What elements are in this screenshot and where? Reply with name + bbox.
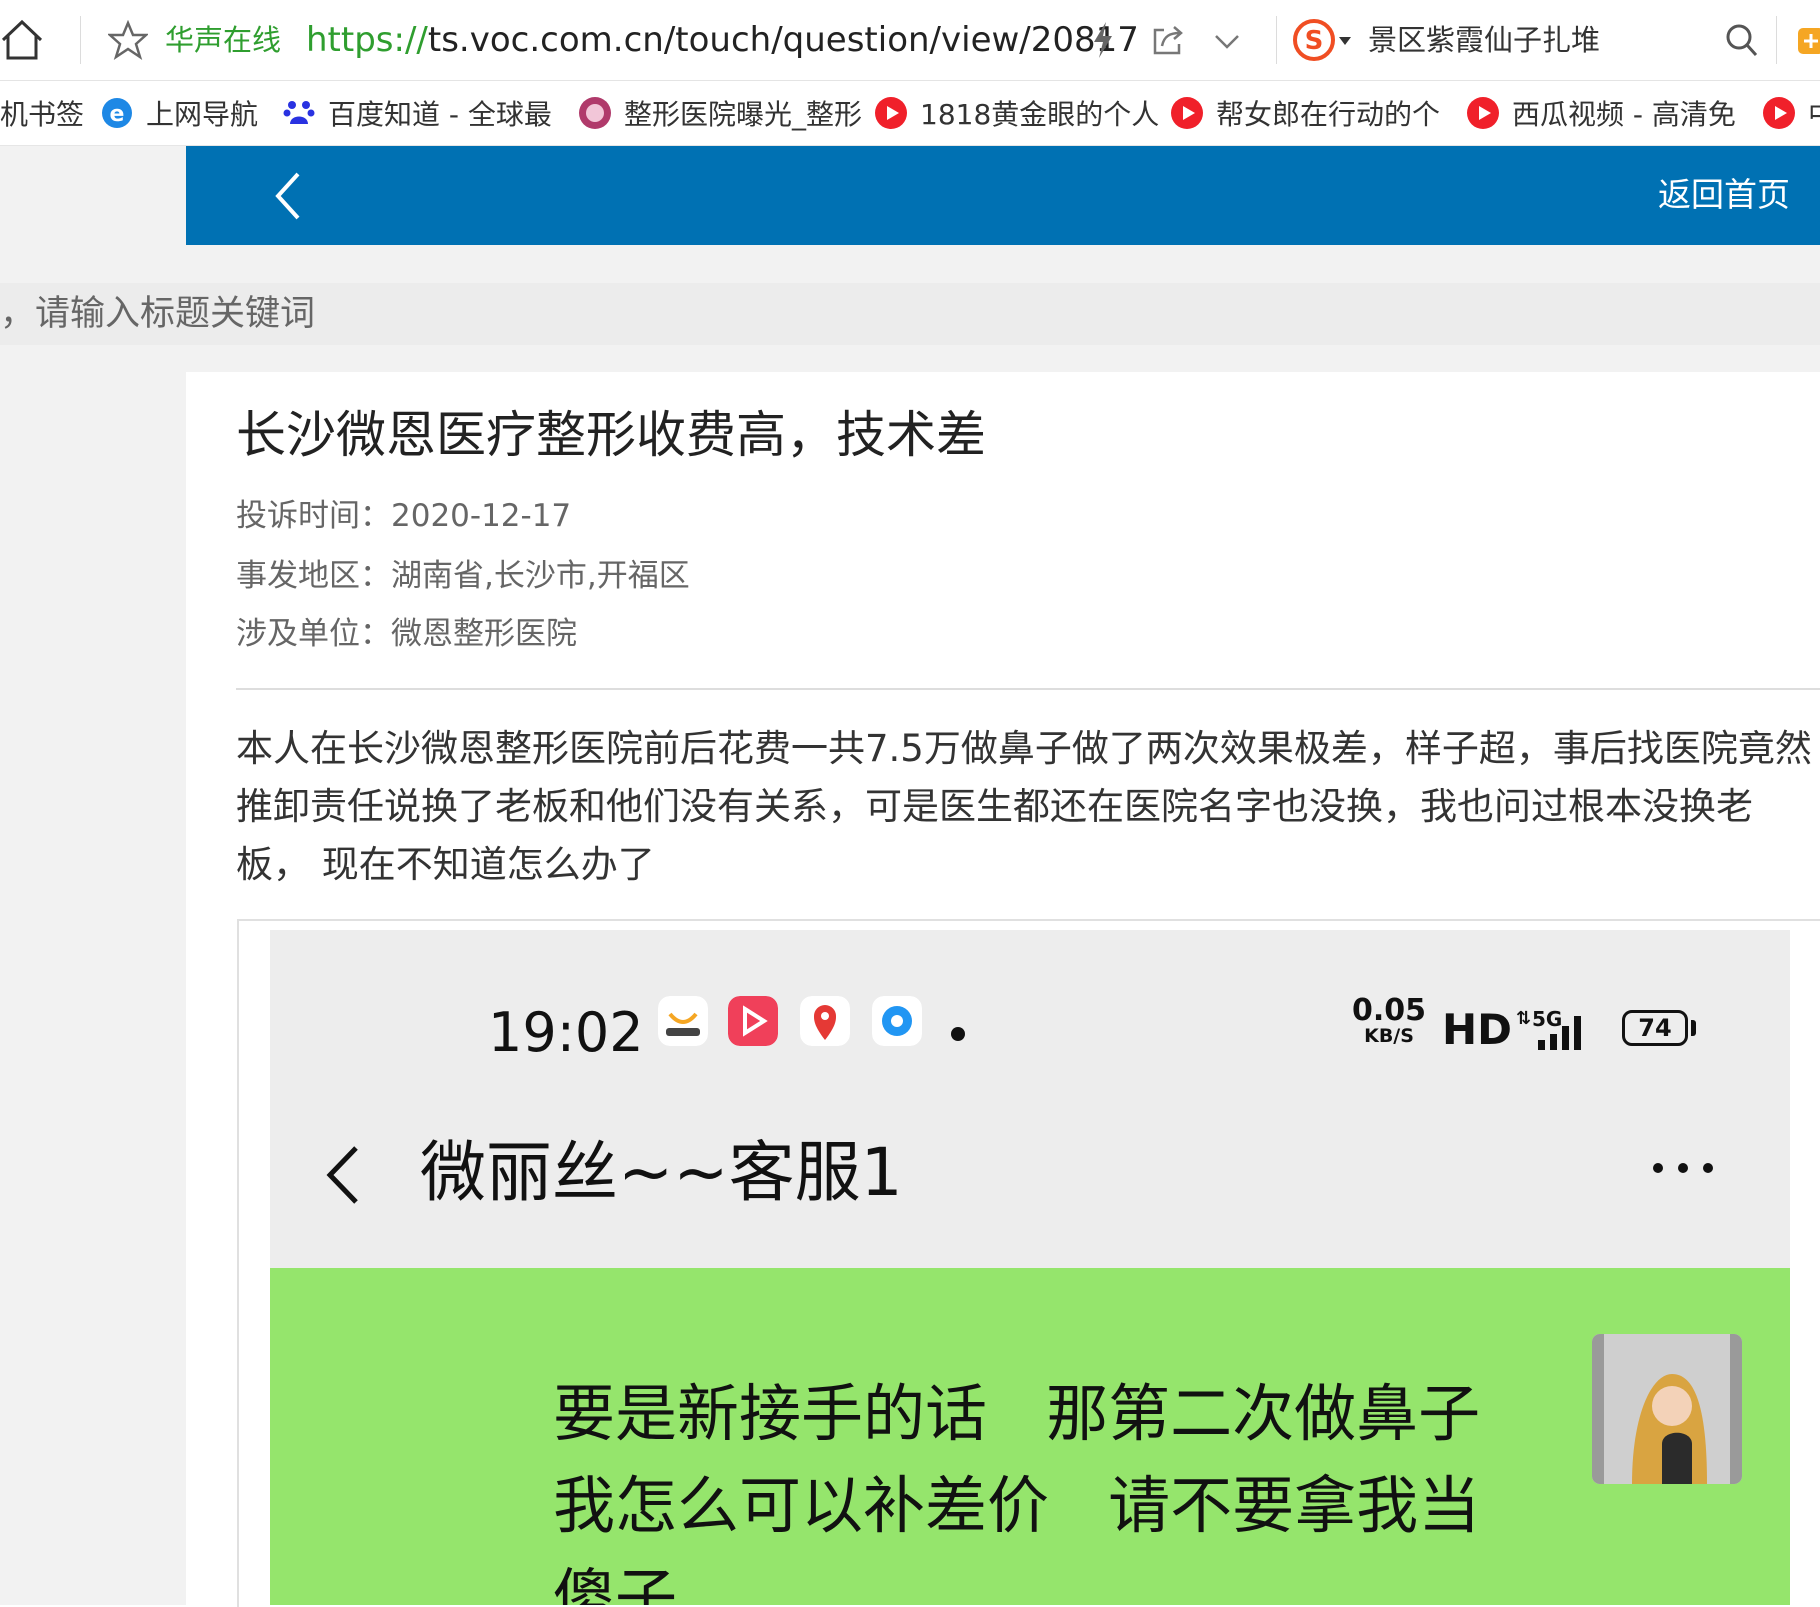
notification-dot — [951, 1027, 965, 1041]
network-speed: 0.05 KB/S — [1352, 993, 1427, 1047]
bookmark-label: 1818黄金眼的个人 — [920, 98, 1160, 131]
bookmark-label: 中 — [1808, 93, 1820, 133]
unit-value: 微恩整形医院 — [391, 616, 577, 652]
network-type: 5G — [1532, 1007, 1562, 1031]
site-logo-icon — [579, 97, 611, 129]
bookmark-label: 百度知道 - 全球最 — [328, 98, 552, 131]
signal-5g-icon: ⇅ 5G — [1516, 1007, 1581, 1050]
chat-message-text: 要是新接手的话 那第二次做鼻子 我怎么可以补差价 请不要拿我当 傻子 — [553, 1377, 1481, 1605]
extension-icon[interactable] — [1796, 22, 1820, 56]
browser-search-input[interactable]: 景区紫霞仙子扎堆 — [1368, 20, 1600, 60]
share-icon[interactable] — [1150, 22, 1186, 58]
baidu-paw-icon — [283, 101, 315, 124]
chevron-down-icon[interactable] — [1210, 26, 1244, 56]
return-home-link[interactable]: 返回首页 — [1658, 170, 1790, 220]
back-arrow-icon[interactable] — [322, 1140, 362, 1210]
play-icon — [1171, 97, 1203, 129]
app-notification-icon — [658, 996, 708, 1046]
back-arrow-icon[interactable] — [268, 168, 308, 224]
search-icon[interactable] — [1724, 20, 1760, 60]
url-field[interactable]: https://ts.voc.com.cn/touch/question/vie… — [306, 18, 1139, 62]
unit-label: 涉及单位： — [236, 616, 391, 652]
complaint-body: 本人在长沙微恩整形医院前后花费一共7.5万做鼻子做了两次效果极差，样子超，事后找… — [236, 727, 1812, 886]
url-path: ts.voc.com.cn/touch/question/view/20817 — [427, 20, 1139, 60]
complaint-time: 投诉时间：2020-12-17 — [236, 494, 571, 538]
bookmark-label: 西瓜视频 - 高清免 — [1512, 98, 1736, 131]
user-avatar — [1592, 1334, 1742, 1484]
svg-text:e: e — [110, 102, 125, 127]
location-value: 湖南省,长沙市,开福区 — [391, 558, 690, 594]
ie-icon: e — [102, 98, 132, 128]
toolbar-divider — [1276, 16, 1277, 64]
bookmark-label: 上网导航 — [146, 98, 259, 131]
top-navigation-bar — [186, 146, 1820, 245]
hd-indicator: HD — [1442, 1005, 1513, 1054]
url-scheme: https:// — [306, 20, 428, 60]
bookmark-label: 帮女郎在行动的个 — [1216, 98, 1441, 131]
bookmark-label: 机书签 — [0, 98, 85, 131]
complaint-title: 长沙微恩医疗整形收费高，技术差 — [236, 406, 986, 464]
bookmark-item[interactable]: e 上网导航 — [100, 81, 258, 145]
battery-level: 74 — [1638, 1014, 1672, 1042]
bookmark-item[interactable]: 百度知道 - 全球最 — [282, 81, 552, 145]
map-pin-icon — [800, 996, 850, 1046]
time-value: 2020-12-17 — [391, 498, 572, 534]
location-label: 事发地区： — [236, 558, 391, 594]
svg-text:S: S — [1305, 26, 1324, 56]
svg-text:⇅: ⇅ — [1516, 1008, 1531, 1029]
section-divider — [236, 688, 1820, 690]
bookmark-item[interactable]: 1818黄金眼的个人 — [874, 81, 1159, 145]
play-icon — [1763, 97, 1795, 129]
chat-contact-name: 微丽丝~~客服1 — [420, 1134, 903, 1211]
site-name: 华声在线 — [165, 23, 282, 57]
caret-down-icon[interactable] — [1338, 36, 1352, 46]
battery-indicator: 74 — [1622, 1010, 1688, 1046]
battery-cap — [1691, 1020, 1696, 1036]
attached-chat-screenshot[interactable]: 19:02 0.05 KB/S HD ⇅ 5G 74 微丽丝~~客服1 要是新接… — [270, 930, 1790, 1605]
network-speed-value: 0.05 — [1352, 993, 1427, 1028]
complaint-location: 事发地区：湖南省,长沙市,开福区 — [236, 554, 690, 598]
network-speed-unit: KB/S — [1364, 1025, 1414, 1047]
search-placeholder[interactable]: ，请输入标题关键词 — [0, 283, 315, 345]
sogou-search-engine-icon[interactable]: S — [1292, 18, 1336, 62]
bookmarks-bar: 机书签 e 上网导航 百度知道 - 全球最 整形医院曝光_整形 1818黄金眼的… — [0, 81, 1820, 146]
bookmark-item[interactable]: 机书签 — [0, 81, 84, 145]
bookmark-item[interactable]: 整形医院曝光_整形 — [578, 81, 862, 145]
bookmark-item[interactable]: 中 — [1762, 81, 1820, 145]
bookmark-item[interactable]: 帮女郎在行动的个 — [1170, 81, 1440, 145]
bookmark-label: 整形医院曝光_整形 — [624, 98, 863, 131]
app-notification-icon — [872, 996, 922, 1046]
play-icon — [1467, 97, 1499, 129]
toolbar-divider — [80, 16, 81, 64]
bookmark-item[interactable]: 西瓜视频 - 高清免 — [1466, 81, 1736, 145]
browser-address-bar: 华声在线 https://ts.voc.com.cn/touch/questio… — [0, 0, 1820, 81]
lightning-icon[interactable] — [1088, 20, 1118, 60]
star-icon[interactable] — [108, 20, 148, 60]
play-icon — [875, 97, 907, 129]
complaint-unit: 涉及单位：微恩整形医院 — [236, 612, 577, 656]
home-icon[interactable] — [0, 18, 44, 62]
status-time: 19:02 — [488, 1001, 644, 1064]
more-options-icon[interactable] — [1648, 1158, 1718, 1178]
video-app-icon — [728, 996, 778, 1046]
time-label: 投诉时间： — [236, 498, 391, 534]
toolbar-divider — [1776, 16, 1777, 64]
